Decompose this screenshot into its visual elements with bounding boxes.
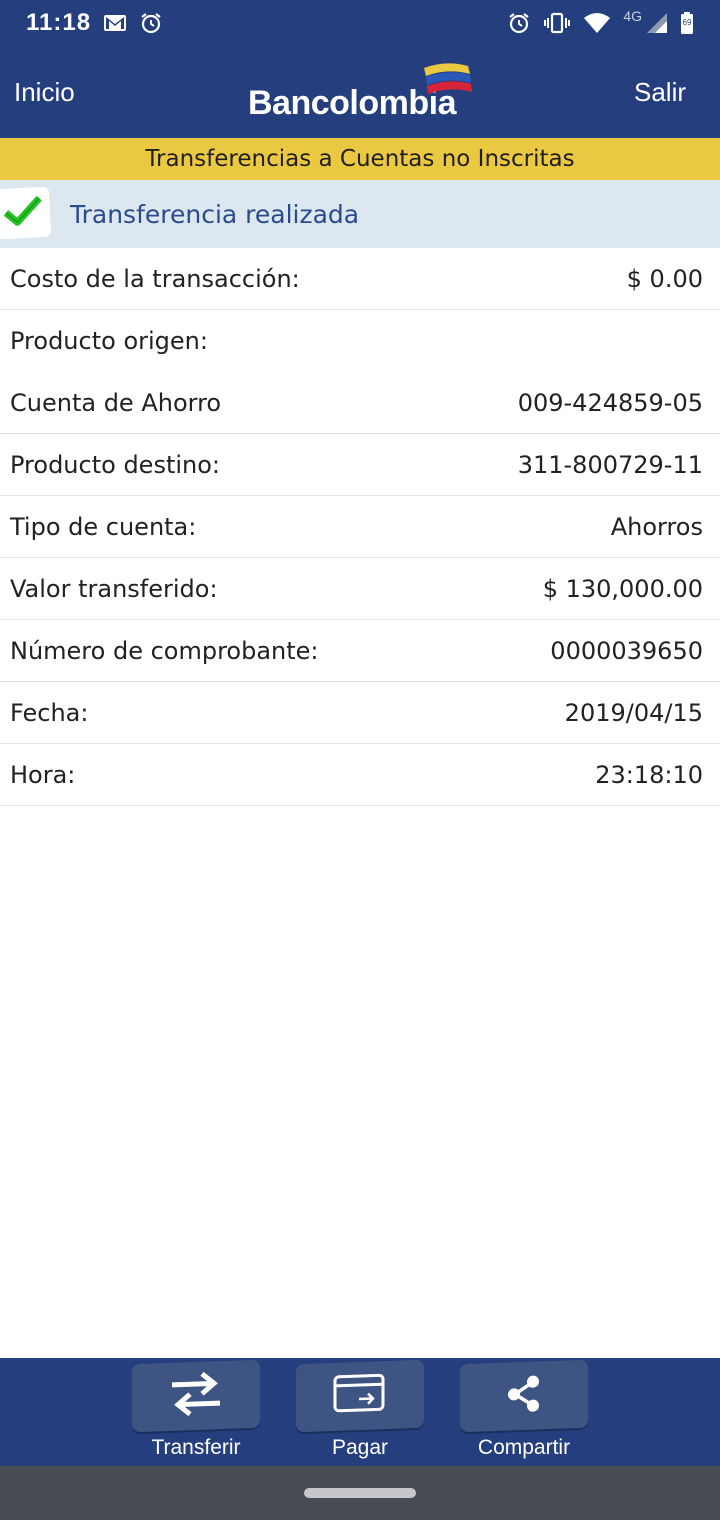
app-header: Inicio Bancolombia Salir [0, 46, 720, 138]
home-gesture-handle[interactable] [304, 1488, 416, 1498]
checkmark-icon [2, 194, 44, 232]
pay-button-bg[interactable] [296, 1359, 424, 1433]
detail-value: 23:18:10 [595, 760, 703, 789]
detail-value: Ahorros [610, 512, 703, 541]
detail-row-date: Fecha: 2019/04/15 [0, 682, 720, 744]
transfer-arrows-icon [168, 1367, 224, 1425]
detail-label: Cuenta de Ahorro [10, 388, 222, 417]
wifi-icon [583, 12, 611, 34]
status-bar: 11:18 4G 69 [0, 0, 720, 46]
transfer-label[interactable]: Transferir [126, 1436, 266, 1460]
gmail-icon [103, 13, 127, 33]
detail-row-amount: Valor transferido: $ 130,000.00 [0, 558, 720, 620]
alarm-icon [507, 11, 531, 35]
detail-label: Producto destino: [10, 450, 220, 479]
pay-label[interactable]: Pagar [290, 1436, 430, 1460]
detail-label: Tipo de cuenta: [10, 512, 197, 541]
battery-icon: 69 [680, 11, 694, 35]
detail-row-time: Hora: 23:18:10 [0, 744, 720, 806]
share-button-bg[interactable] [460, 1359, 588, 1433]
transaction-details: Costo de la transacción: $ 0.00 Producto… [0, 248, 720, 806]
brand-flag-icon [420, 62, 474, 106]
share-icon [504, 1373, 544, 1418]
alarm-icon [139, 11, 163, 35]
pay-button[interactable]: Pagar [290, 1358, 430, 1466]
system-nav-bar [0, 1466, 720, 1520]
success-check-box [0, 186, 52, 240]
vibrate-icon [543, 11, 571, 35]
transfer-button-bg[interactable] [132, 1359, 260, 1433]
home-button[interactable]: Inicio [14, 46, 75, 138]
status-time: 11:18 [26, 9, 92, 36]
detail-label: Número de comprobante: [10, 636, 319, 665]
detail-row-cost: Costo de la transacción: $ 0.00 [0, 248, 720, 310]
detail-value: $ 0.00 [626, 264, 703, 293]
share-label[interactable]: Compartir [454, 1436, 594, 1460]
detail-row-origin-account: Cuenta de Ahorro 009-424859-05 [0, 372, 720, 434]
share-button[interactable]: Compartir [454, 1358, 594, 1466]
detail-value: 009-424859-05 [517, 388, 703, 417]
detail-value: 0000039650 [550, 636, 703, 665]
status-right: 4G 69 [507, 8, 694, 35]
logout-button[interactable]: Salir [634, 46, 686, 138]
detail-label: Fecha: [10, 698, 89, 727]
detail-value: $ 130,000.00 [542, 574, 703, 603]
detail-row-origin-product: Producto origen: [0, 310, 720, 372]
detail-label: Producto origen: [10, 327, 208, 355]
detail-label: Valor transferido: [10, 574, 218, 603]
bottom-action-bar: Transferir Pagar Compartir [0, 1358, 720, 1466]
detail-row-destination-product: Producto destino: 311-800729-11 [0, 434, 720, 496]
detail-row-account-type: Tipo de cuenta: Ahorros [0, 496, 720, 558]
detail-value: 2019/04/15 [564, 698, 703, 727]
battery-level: 69 [682, 18, 692, 27]
detail-label: Costo de la transacción: [10, 264, 300, 293]
success-banner: Transferencia realizada [0, 180, 720, 248]
brand-logo: Bancolombia [248, 46, 478, 138]
network-type: 4G [623, 8, 642, 24]
card-pay-icon [333, 1372, 387, 1420]
signal-icon [646, 12, 668, 34]
detail-row-receipt-number: Número de comprobante: 0000039650 [0, 620, 720, 682]
success-message: Transferencia realizada [70, 199, 360, 229]
status-left: 11:18 [26, 9, 163, 37]
transfer-button[interactable]: Transferir [126, 1358, 266, 1466]
detail-label: Hora: [10, 760, 76, 789]
page-title: Transferencias a Cuentas no Inscritas [0, 138, 720, 180]
detail-value: 311-800729-11 [517, 450, 703, 479]
